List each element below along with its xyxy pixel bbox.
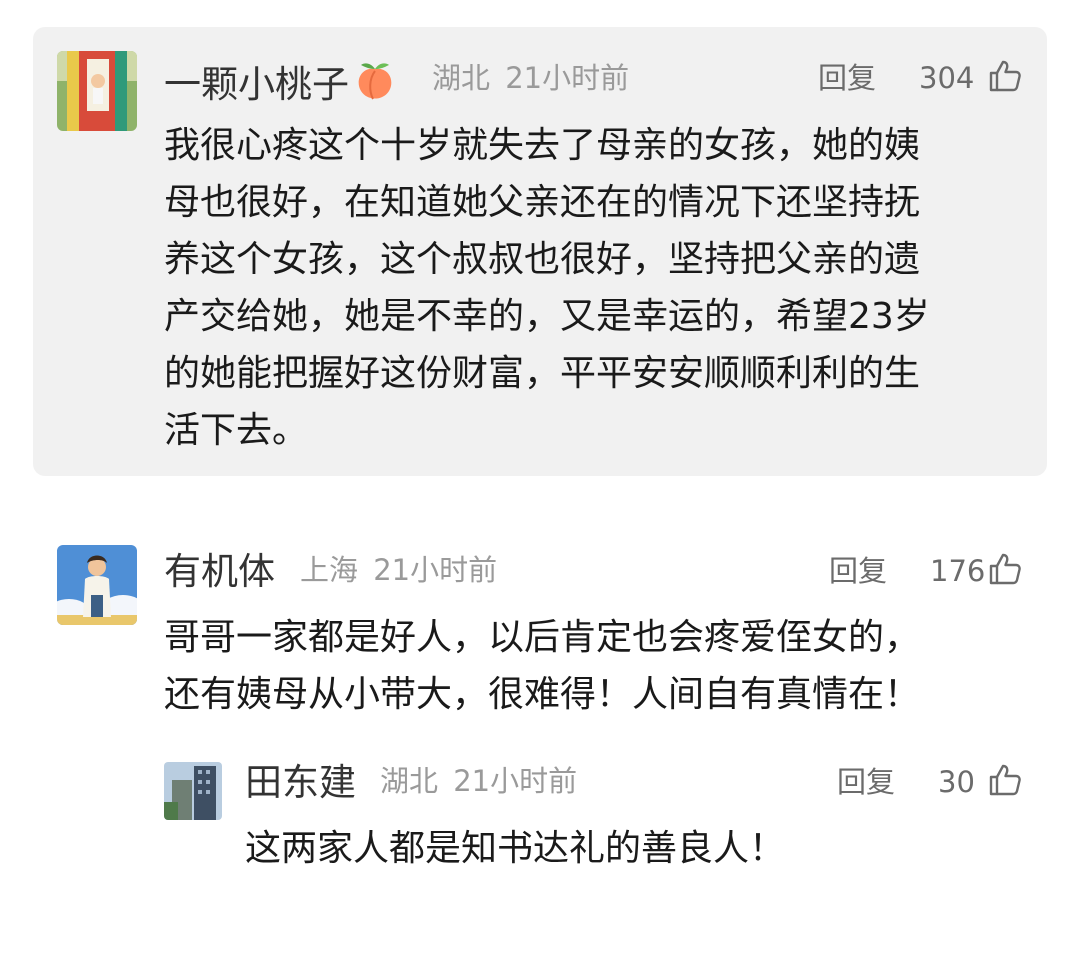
comment-line: 哥哥一家都是好人，以后肯定也会疼爱侄女的， xyxy=(164,617,921,658)
comment-time: 21小时前 xyxy=(505,61,630,95)
like-count: 304 xyxy=(919,61,975,95)
peach-emoji-icon xyxy=(353,59,397,109)
comment-line: 的她能把握好这份财富，平平安安顺顺利利的生 xyxy=(164,353,921,394)
comment-line: 活下去。 xyxy=(164,410,309,451)
like-count: 176 xyxy=(930,554,986,588)
reply-time: 21小时前 xyxy=(453,764,578,798)
reply-body: 这两家人都是知书达礼的善良人！ xyxy=(245,820,785,877)
comment-body: 哥哥一家都是好人，以后肯定也会疼爱侄女的， 还有姨母从小带大，很难得！人间自有真… xyxy=(164,609,920,723)
reply-line: 这两家人都是知书达礼的善良人！ xyxy=(245,828,786,869)
reply-location: 湖北 xyxy=(380,764,439,798)
reply-button[interactable]: 回复 xyxy=(837,768,895,797)
avatar[interactable] xyxy=(57,545,137,625)
reply-button[interactable]: 回复 xyxy=(829,557,887,586)
comment-line: 母也很好，在知道她父亲还在的情况下还坚持抚 xyxy=(164,182,921,223)
thumbs-up-icon[interactable] xyxy=(988,763,1022,797)
comment-line: 产交给她，她是不幸的，又是幸运的，希望23岁 xyxy=(164,296,930,337)
reply-button[interactable]: 回复 xyxy=(818,64,876,93)
comment-line: 还有姨母从小带大，很难得！人间自有真情在！ xyxy=(164,674,921,715)
comment-username[interactable]: 一颗小桃子 xyxy=(164,59,397,109)
thumbs-up-icon[interactable] xyxy=(988,552,1022,586)
avatar[interactable] xyxy=(57,51,137,131)
thumbs-up-icon[interactable] xyxy=(988,59,1022,93)
reply-meta: 湖北 21小时前 xyxy=(380,767,577,796)
comment-line: 我很心疼这个十岁就失去了母亲的女孩，她的姨 xyxy=(164,125,921,166)
avatar[interactable] xyxy=(164,762,222,820)
reply-username[interactable]: 田东建 xyxy=(245,764,356,801)
like-count: 30 xyxy=(938,765,975,799)
comment-line: 养这个女孩，这个叔叔也很好，坚持把父亲的遗 xyxy=(164,239,921,280)
comment-location: 上海 xyxy=(300,553,359,587)
comment-meta: 湖北 21小时前 xyxy=(432,64,629,93)
comment-location: 湖北 xyxy=(432,61,491,95)
comment-time: 21小时前 xyxy=(373,553,498,587)
comment-username[interactable]: 有机体 xyxy=(164,553,275,590)
comment-meta: 上海 21小时前 xyxy=(300,556,497,585)
comment-body: 我很心疼这个十岁就失去了母亲的女孩，她的姨 母也很好，在知道她父亲还在的情况下还… xyxy=(164,117,930,459)
